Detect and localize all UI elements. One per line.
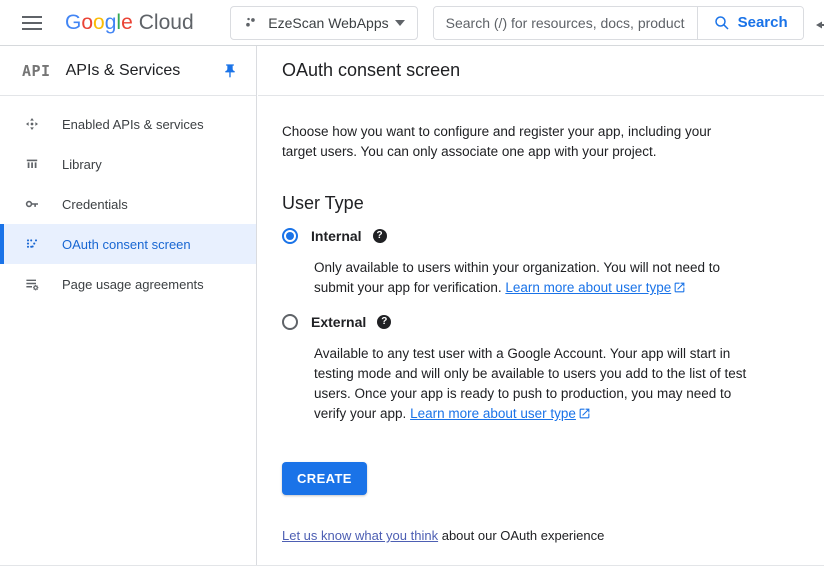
google-logo-letter: o bbox=[93, 11, 105, 35]
sidebar-title: APIs & Services bbox=[66, 62, 222, 80]
bottom-divider bbox=[0, 565, 824, 566]
sidebar: API APIs & Services Enabled APIs & servi… bbox=[0, 46, 257, 565]
sidebar-item-oauth-consent-screen[interactable]: OAuth consent screen bbox=[0, 224, 256, 264]
search-button-label: Search bbox=[738, 14, 788, 31]
external-label[interactable]: External bbox=[311, 314, 366, 330]
apis-dashboard-icon bbox=[24, 116, 40, 132]
help-icon[interactable]: ? bbox=[377, 315, 391, 329]
feedback-text: Let us know what you think about our OAu… bbox=[282, 528, 824, 543]
sidebar-item-enabled-apis[interactable]: Enabled APIs & services bbox=[0, 104, 256, 144]
radio-option-internal: Internal ? bbox=[282, 228, 824, 244]
learn-more-link[interactable]: Learn more about user type bbox=[410, 406, 576, 421]
user-type-heading: User Type bbox=[282, 192, 824, 214]
chevron-down-icon bbox=[395, 20, 405, 26]
api-product-logo: API bbox=[22, 62, 51, 80]
project-icon bbox=[243, 13, 258, 32]
external-link-icon bbox=[673, 281, 686, 294]
sidebar-item-library[interactable]: Library bbox=[0, 144, 256, 184]
sidebar-nav: Enabled APIs & services Library Credenti… bbox=[0, 96, 256, 304]
sidebar-item-label: OAuth consent screen bbox=[62, 237, 191, 252]
consent-screen-icon bbox=[24, 236, 40, 252]
internal-label[interactable]: Internal bbox=[311, 228, 362, 244]
sidebar-item-page-usage-agreements[interactable]: Page usage agreements bbox=[0, 264, 256, 304]
sidebar-header: API APIs & Services bbox=[0, 46, 256, 96]
top-app-bar: Google Cloud EzeScan WebApps Search bbox=[0, 0, 824, 46]
internal-description: Only available to users within your orga… bbox=[314, 258, 824, 298]
sidebar-item-label: Page usage agreements bbox=[62, 277, 204, 292]
sidebar-item-credentials[interactable]: Credentials bbox=[0, 184, 256, 224]
menu-icon[interactable] bbox=[22, 12, 42, 34]
sidebar-item-label: Credentials bbox=[62, 197, 128, 212]
external-description: Available to any test user with a Google… bbox=[314, 344, 824, 424]
internal-radio[interactable] bbox=[282, 228, 298, 244]
pin-icon[interactable] bbox=[222, 63, 238, 79]
agreements-icon bbox=[24, 276, 40, 292]
google-cloud-logo[interactable]: Google Cloud bbox=[65, 11, 194, 35]
feedback-link[interactable]: Let us know what you think bbox=[282, 528, 438, 543]
google-logo-letter: o bbox=[81, 11, 93, 35]
create-button[interactable]: CREATE bbox=[282, 462, 367, 495]
project-name: EzeScan WebApps bbox=[268, 15, 388, 31]
intro-text: Choose how you want to configure and reg… bbox=[282, 122, 824, 162]
google-logo-letter: g bbox=[105, 11, 117, 35]
main-content: OAuth consent screen Choose how you want… bbox=[258, 46, 824, 570]
key-icon bbox=[24, 196, 40, 212]
help-icon[interactable]: ? bbox=[373, 229, 387, 243]
search-icon bbox=[713, 14, 731, 32]
search-input[interactable] bbox=[434, 7, 697, 39]
radio-option-external: External ? bbox=[282, 314, 824, 330]
google-logo-letter: G bbox=[65, 11, 81, 35]
search-button[interactable]: Search bbox=[697, 7, 803, 39]
page-title: OAuth consent screen bbox=[258, 46, 824, 96]
search-bar: Search bbox=[433, 6, 804, 40]
external-radio[interactable] bbox=[282, 314, 298, 330]
learn-more-link[interactable]: Learn more about user type bbox=[505, 280, 671, 295]
library-icon bbox=[24, 156, 40, 172]
truncated-toolbar-icon[interactable] bbox=[814, 18, 824, 36]
sidebar-item-label: Enabled APIs & services bbox=[62, 117, 204, 132]
sidebar-item-label: Library bbox=[62, 157, 102, 172]
external-link-icon bbox=[578, 407, 591, 420]
project-selector[interactable]: EzeScan WebApps bbox=[230, 6, 418, 40]
cloud-logo-text: Cloud bbox=[139, 11, 194, 35]
google-logo-letter: e bbox=[121, 11, 133, 35]
